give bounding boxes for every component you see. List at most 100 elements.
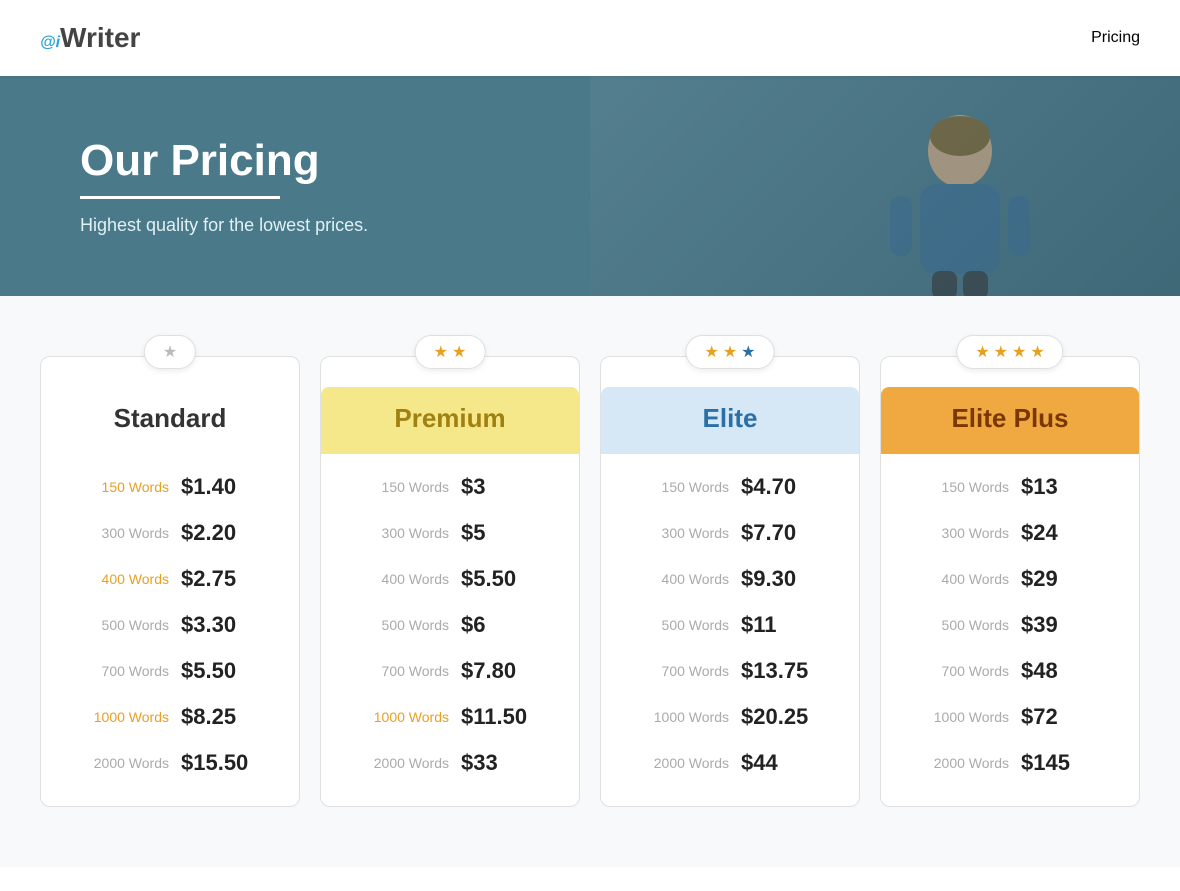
price-val: $1.40 [181,474,261,500]
table-row: 700 Words $48 [881,648,1139,694]
price-val: $5.50 [181,658,261,684]
table-row: 300 Words $7.70 [601,510,859,556]
card-header-elite: Elite [601,387,859,454]
table-row: 150 Words $13 [881,464,1139,510]
price-val: $145 [1021,750,1101,776]
words-label: 400 Words [359,571,449,587]
table-row: 2000 Words $44 [601,740,859,786]
price-val: $3.30 [181,612,261,638]
card-title-elite-plus: Elite Plus [891,403,1129,434]
table-row: 400 Words $2.75 [41,556,299,602]
pricing-section: ★ Standard 150 Words $1.40 300 Words $2.… [0,296,1180,867]
hero-subtitle: Highest quality for the lowest prices. [80,215,368,236]
hero-title: Our Pricing [80,136,368,186]
table-row: 2000 Words $33 [321,740,579,786]
words-label: 500 Words [359,617,449,633]
price-val: $11 [741,612,821,638]
card-rows-standard: 150 Words $1.40 300 Words $2.20 400 Word… [41,454,299,806]
table-row: 500 Words $3.30 [41,602,299,648]
card-header-standard: Standard [41,387,299,454]
price-val: $9.30 [741,566,821,592]
words-label: 300 Words [639,525,729,541]
star-2-elite: ★ [723,342,737,362]
star-3-elite: ★ [741,342,755,362]
words-label: 700 Words [79,663,169,679]
price-val: $48 [1021,658,1101,684]
table-row: 700 Words $5.50 [41,648,299,694]
table-row: 2000 Words $15.50 [41,740,299,786]
nav-links: Pricing [1091,29,1140,47]
star-2-premium: ★ [452,342,466,362]
words-label: 150 Words [919,479,1009,495]
table-row: 1000 Words $20.25 [601,694,859,740]
price-val: $8.25 [181,704,261,730]
table-row: 1000 Words $72 [881,694,1139,740]
price-val: $44 [741,750,821,776]
words-label: 300 Words [359,525,449,541]
words-label: 1000 Words [919,709,1009,725]
price-val: $2.75 [181,566,261,592]
card-rows-elite-plus: 150 Words $13 300 Words $24 400 Words $2… [881,454,1139,806]
words-label: 500 Words [919,617,1009,633]
logo: @iWriter [40,22,140,54]
words-label: 400 Words [79,571,169,587]
price-val: $24 [1021,520,1101,546]
card-title-premium: Premium [331,403,569,434]
price-val: $5 [461,520,541,546]
card-elite-plus: ★ ★ ★ ★ Elite Plus 150 Words $13 300 Wor… [880,356,1140,807]
star-2-eplus: ★ [994,342,1008,362]
table-row: 500 Words $11 [601,602,859,648]
star-4-eplus: ★ [1030,342,1044,362]
words-label: 400 Words [919,571,1009,587]
table-row: 400 Words $5.50 [321,556,579,602]
words-label: 150 Words [639,479,729,495]
card-standard: ★ Standard 150 Words $1.40 300 Words $2.… [40,356,300,807]
hero-section: Our Pricing Highest quality for the lowe… [0,76,1180,296]
price-val: $15.50 [181,750,261,776]
card-header-premium: Premium [321,387,579,454]
card-rows-elite: 150 Words $4.70 300 Words $7.70 400 Word… [601,454,859,806]
price-val: $13.75 [741,658,821,684]
card-header-elite-plus: Elite Plus [881,387,1139,454]
words-label: 500 Words [79,617,169,633]
card-title-standard: Standard [51,403,289,434]
table-row: 700 Words $7.80 [321,648,579,694]
star-1-standard: ★ [163,342,177,362]
table-row: 400 Words $29 [881,556,1139,602]
price-val: $7.80 [461,658,541,684]
price-val: $33 [461,750,541,776]
price-val: $4.70 [741,474,821,500]
table-row: 300 Words $2.20 [41,510,299,556]
words-label: 300 Words [79,525,169,541]
star-1-eplus: ★ [975,342,989,362]
words-label: 150 Words [79,479,169,495]
navbar: @iWriter Pricing [0,0,1180,76]
words-label: 700 Words [919,663,1009,679]
table-row: 700 Words $13.75 [601,648,859,694]
words-label: 400 Words [639,571,729,587]
words-label: 1000 Words [359,709,449,725]
words-label: 300 Words [919,525,1009,541]
words-label: 1000 Words [79,709,169,725]
table-row: 500 Words $6 [321,602,579,648]
price-val: $20.25 [741,704,821,730]
price-val: $39 [1021,612,1101,638]
table-row: 300 Words $5 [321,510,579,556]
words-label: 150 Words [359,479,449,495]
words-label: 2000 Words [359,755,449,771]
table-row: 500 Words $39 [881,602,1139,648]
price-val: $29 [1021,566,1101,592]
star-1-elite: ★ [704,342,718,362]
card-premium: ★ ★ Premium 150 Words $3 300 Words $5 40… [320,356,580,807]
price-val: $2.20 [181,520,261,546]
card-rows-premium: 150 Words $3 300 Words $5 400 Words $5.5… [321,454,579,806]
card-title-elite: Elite [611,403,849,434]
star-3-eplus: ★ [1012,342,1026,362]
price-val: $11.50 [461,704,541,730]
price-val: $3 [461,474,541,500]
badge-elite-plus: ★ ★ ★ ★ [956,335,1063,369]
badge-premium: ★ ★ [415,335,486,369]
card-elite: ★ ★ ★ Elite 150 Words $4.70 300 Words $7… [600,356,860,807]
price-val: $5.50 [461,566,541,592]
price-val: $13 [1021,474,1101,500]
